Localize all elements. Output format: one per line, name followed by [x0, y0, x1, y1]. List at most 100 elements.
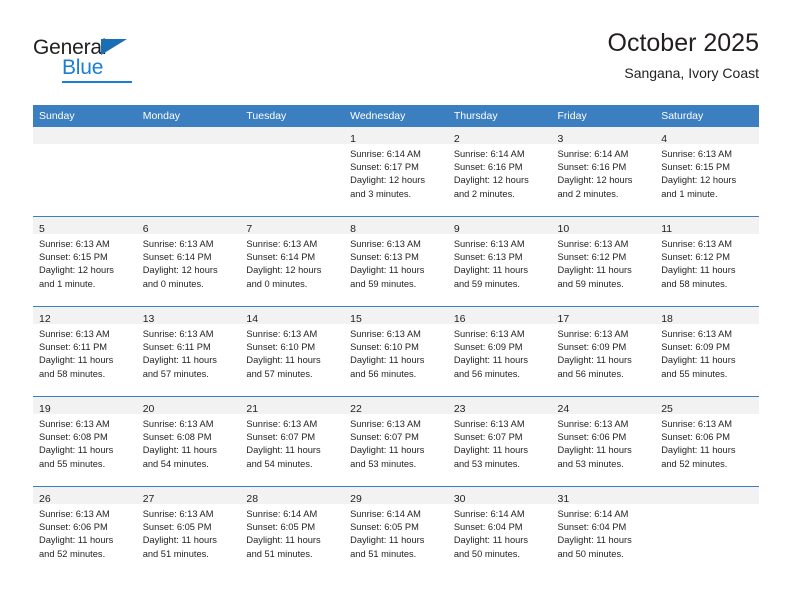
daylight-text-line2: and 55 minutes. — [39, 458, 106, 469]
weekday-header-wednesday: Wednesday — [344, 105, 448, 127]
page-subtitle: Sangana, Ivory Coast — [624, 65, 759, 81]
day-cell[interactable]: 11 Sunrise: 6:13 AM Sunset: 6:12 PM Dayligh… — [655, 216, 759, 307]
day-details: Sunrise: 6:14 AM Sunset: 6:04 PM Daylight:… — [552, 504, 656, 561]
daylight-text-line2: and 53 minutes. — [557, 458, 624, 469]
sunrise-text: Sunrise: 6:14 AM — [350, 509, 421, 519]
sunrise-text: Sunrise: 6:14 AM — [557, 149, 629, 159]
weekday-header-saturday: Saturday — [655, 105, 759, 127]
day-cell[interactable]: 17 Sunrise: 6:13 AM Sunset: 6:09 PM Dayligh… — [551, 306, 656, 397]
sunrise-text: Sunrise: 6:13 AM — [453, 239, 525, 249]
day-details: Sunrise: 6:13 AM Sunset: 6:13 PM Daylight:… — [448, 234, 552, 291]
daylight-text-line1: Daylight: 12 hours — [661, 175, 737, 186]
daylight-text-line1: Daylight: 11 hours — [453, 265, 529, 276]
day-number: 16 — [453, 313, 466, 325]
day-cell[interactable]: 1 Sunrise: 6:14 AM Sunset: 6:17 PM Daylight… — [344, 127, 448, 217]
daylight-text-line1: Daylight: 12 hours — [142, 265, 218, 276]
sunrise-text: Sunrise: 6:13 AM — [142, 239, 214, 249]
sunset-text: Sunset: 6:07 PM — [246, 432, 316, 443]
day-cell-empty — [655, 486, 759, 576]
day-number-band: 5 — [33, 217, 137, 235]
day-number-band: 13 — [136, 307, 241, 325]
sunset-text: Sunset: 6:08 PM — [142, 432, 212, 443]
day-cell[interactable]: 29 Sunrise: 6:14 AM Sunset: 6:05 PM Dayligh… — [344, 486, 448, 576]
daylight-text-line2: and 57 minutes. — [142, 368, 209, 379]
sunset-text: Sunset: 6:05 PM — [350, 522, 419, 533]
general-blue-logo[interactable]: General Blue — [33, 36, 233, 92]
day-cell[interactable]: 13 Sunrise: 6:13 AM Sunset: 6:11 PM Dayligh… — [136, 306, 241, 397]
day-number: 10 — [557, 223, 570, 235]
sunset-text: Sunset: 6:06 PM — [661, 432, 730, 443]
day-number: 21 — [246, 403, 259, 415]
day-cell[interactable]: 21 Sunrise: 6:13 AM Sunset: 6:07 PM Dayligh… — [240, 396, 345, 487]
sunrise-text: Sunrise: 6:13 AM — [661, 329, 733, 339]
day-cell[interactable]: 28 Sunrise: 6:14 AM Sunset: 6:05 PM Dayligh… — [240, 486, 345, 576]
day-number: 17 — [557, 313, 570, 325]
day-details: Sunrise: 6:13 AM Sunset: 6:10 PM Daylight:… — [344, 324, 448, 381]
day-cell[interactable]: 24 Sunrise: 6:13 AM Sunset: 6:06 PM Dayligh… — [551, 396, 656, 487]
day-number-band: 6 — [136, 217, 241, 235]
day-cell[interactable]: 23 Sunrise: 6:13 AM Sunset: 6:07 PM Dayligh… — [447, 396, 552, 487]
day-cell[interactable]: 30 Sunrise: 6:14 AM Sunset: 6:04 PM Dayligh… — [447, 486, 552, 576]
sunrise-text: Sunrise: 6:13 AM — [246, 419, 318, 429]
sunset-text: Sunset: 6:16 PM — [557, 162, 627, 173]
day-cell[interactable]: 6 Sunrise: 6:13 AM Sunset: 6:14 PM Daylight… — [136, 216, 241, 307]
sunrise-text: Sunrise: 6:13 AM — [557, 239, 629, 249]
day-number: 28 — [246, 493, 259, 505]
day-cell[interactable]: 25 Sunrise: 6:13 AM Sunset: 6:06 PM Dayligh… — [655, 396, 759, 487]
day-cell[interactable]: 27 Sunrise: 6:13 AM Sunset: 6:05 PM Dayligh… — [136, 486, 241, 576]
day-cell[interactable]: 3 Sunrise: 6:14 AM Sunset: 6:16 PM Daylight… — [551, 127, 656, 217]
day-details: Sunrise: 6:13 AM Sunset: 6:09 PM Daylight:… — [552, 324, 656, 381]
daylight-text-line1: Daylight: 11 hours — [557, 355, 632, 366]
calendar-table: Sunday Monday Tuesday Wednesday Thursday Frid… — [33, 105, 759, 576]
daylight-text-line2: and 1 minute. — [661, 188, 718, 199]
sunrise-text: Sunrise: 6:13 AM — [453, 419, 525, 429]
day-number: 23 — [453, 403, 466, 415]
day-cell[interactable]: 2 Sunrise: 6:14 AM Sunset: 6:16 PM Daylight… — [447, 127, 552, 217]
day-number-band: 7 — [240, 217, 345, 235]
daylight-text-line1: Daylight: 11 hours — [350, 445, 425, 456]
daylight-text-line1: Daylight: 11 hours — [246, 355, 321, 366]
sunset-text: Sunset: 6:14 PM — [246, 252, 316, 263]
day-number-band: 18 — [655, 307, 759, 325]
day-number: 3 — [557, 133, 564, 145]
sunrise-text: Sunrise: 6:14 AM — [246, 509, 318, 519]
sunrise-text: Sunrise: 6:13 AM — [557, 419, 629, 429]
day-number-band: 10 — [551, 217, 656, 235]
daylight-text-line2: and 51 minutes. — [142, 548, 209, 559]
daylight-text-line2: and 2 minutes. — [557, 188, 619, 199]
day-cell[interactable]: 8 Sunrise: 6:13 AM Sunset: 6:13 PM Daylight… — [344, 216, 448, 307]
day-details: Sunrise: 6:13 AM Sunset: 6:06 PM Daylight:… — [552, 414, 656, 471]
day-cell[interactable]: 7 Sunrise: 6:13 AM Sunset: 6:14 PM Daylight… — [240, 216, 345, 307]
calendar-week-row: 19 Sunrise: 6:13 AM Sunset: 6:08 PM Dayligh… — [33, 396, 759, 487]
day-cell[interactable]: 16 Sunrise: 6:13 AM Sunset: 6:09 PM Dayligh… — [447, 306, 552, 397]
day-cell[interactable]: 12 Sunrise: 6:13 AM Sunset: 6:11 PM Dayligh… — [33, 306, 137, 397]
day-cell[interactable]: 31 Sunrise: 6:14 AM Sunset: 6:04 PM Dayligh… — [551, 486, 656, 576]
day-number-band: 14 — [240, 307, 345, 325]
sunset-text: Sunset: 6:14 PM — [142, 252, 212, 263]
day-cell[interactable]: 14 Sunrise: 6:13 AM Sunset: 6:10 PM Dayligh… — [240, 306, 345, 397]
daylight-text-line1: Daylight: 11 hours — [557, 535, 632, 546]
day-details: Sunrise: 6:13 AM Sunset: 6:12 PM Daylight:… — [655, 234, 759, 291]
daylight-text-line1: Daylight: 11 hours — [453, 445, 529, 456]
day-cell[interactable]: 26 Sunrise: 6:13 AM Sunset: 6:06 PM Dayligh… — [33, 486, 137, 576]
logo-underline — [62, 81, 132, 83]
day-cell[interactable]: 9 Sunrise: 6:13 AM Sunset: 6:13 PM Daylight… — [447, 216, 552, 307]
daylight-text-line2: and 56 minutes. — [453, 368, 520, 379]
daylight-text-line2: and 50 minutes. — [557, 548, 624, 559]
day-cell[interactable]: 10 Sunrise: 6:13 AM Sunset: 6:12 PM Dayligh… — [551, 216, 656, 307]
day-number-band — [655, 487, 759, 504]
day-cell[interactable]: 15 Sunrise: 6:13 AM Sunset: 6:10 PM Dayligh… — [344, 306, 448, 397]
day-cell[interactable]: 22 Sunrise: 6:13 AM Sunset: 6:07 PM Dayligh… — [344, 396, 448, 487]
day-number-band: 28 — [240, 487, 345, 505]
day-number-band: 22 — [344, 397, 448, 415]
day-cell[interactable]: 20 Sunrise: 6:13 AM Sunset: 6:08 PM Dayligh… — [136, 396, 241, 487]
day-details: Sunrise: 6:14 AM Sunset: 6:17 PM Daylight:… — [344, 144, 448, 201]
daylight-text-line2: and 57 minutes. — [246, 368, 313, 379]
day-details: Sunrise: 6:13 AM Sunset: 6:08 PM Daylight:… — [137, 414, 241, 471]
calendar-week-row: 5 Sunrise: 6:13 AM Sunset: 6:15 PM Daylight… — [33, 216, 759, 307]
daylight-text-line2: and 55 minutes. — [661, 368, 728, 379]
day-cell[interactable]: 4 Sunrise: 6:13 AM Sunset: 6:15 PM Daylight… — [655, 127, 759, 217]
day-cell[interactable]: 5 Sunrise: 6:13 AM Sunset: 6:15 PM Daylight… — [33, 216, 137, 307]
day-cell[interactable]: 18 Sunrise: 6:13 AM Sunset: 6:09 PM Dayligh… — [655, 306, 759, 397]
day-cell[interactable]: 19 Sunrise: 6:13 AM Sunset: 6:08 PM Dayligh… — [33, 396, 137, 487]
